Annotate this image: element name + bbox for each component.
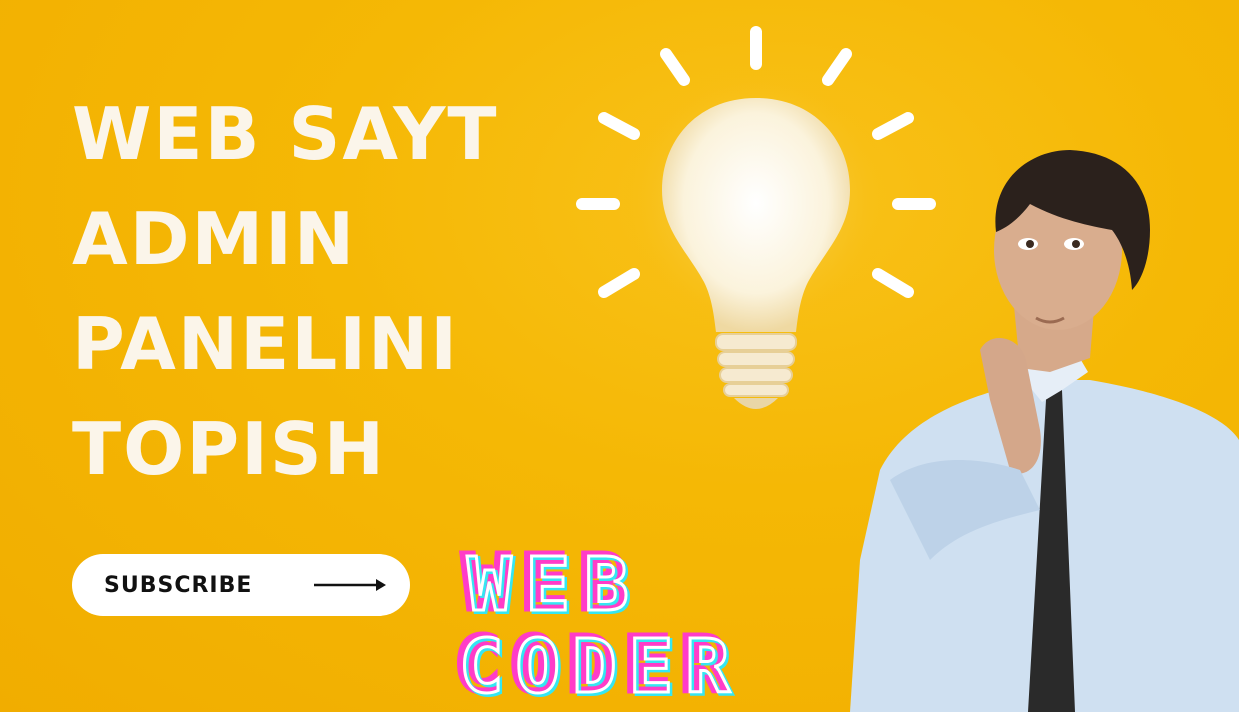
subscribe-label: SUBSCRIBE — [104, 572, 253, 598]
web-coder-logo: WEB WEB WEB CODER CODER CODER — [455, 537, 742, 706]
arrow-right-icon — [314, 579, 386, 591]
subscribe-button[interactable]: SUBSCRIBE — [72, 554, 410, 616]
headline-line-1: WEB SAYT — [72, 92, 499, 176]
thinking-man-illustration — [850, 150, 1239, 712]
headline-line-4: TOPISH — [72, 407, 386, 491]
headline-line-2: ADMIN — [72, 197, 357, 281]
headline: WEB SAYT ADMIN PANELINI TOPISH — [72, 82, 498, 502]
logo-coder: CODER — [459, 624, 742, 705]
headline-line-3: PANELINI — [72, 302, 460, 386]
logo-web: WEB — [467, 542, 643, 628]
